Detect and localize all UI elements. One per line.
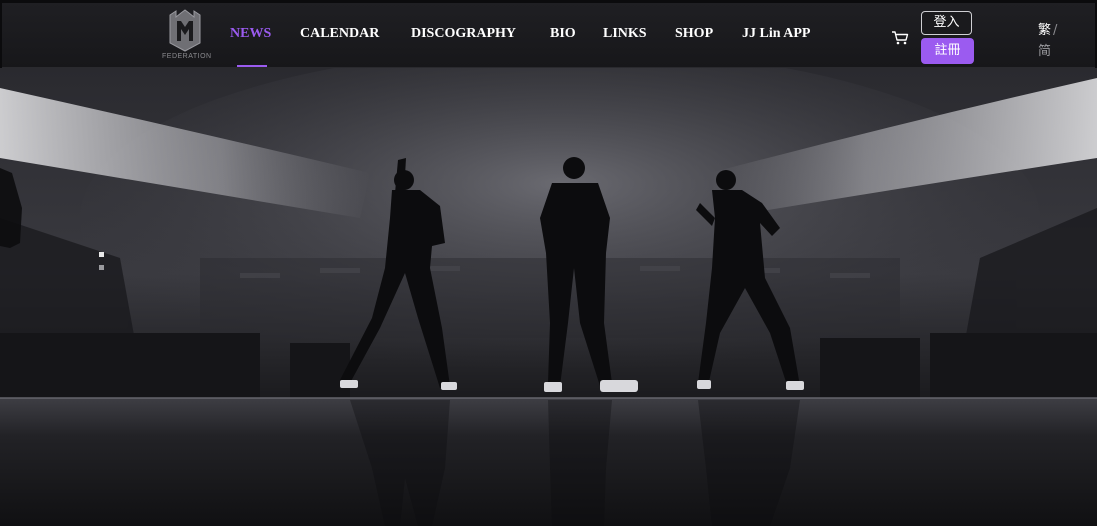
language-switcher: 繁 / 简 [1038, 19, 1057, 59]
logo-crest-icon [169, 9, 201, 52]
federation-logo[interactable]: FEDERATION [162, 9, 212, 65]
login-button[interactable]: 登入 [921, 11, 972, 35]
nav-item-bio[interactable]: BIO [550, 26, 576, 42]
hero-image [0, 68, 1097, 526]
register-button[interactable]: 註冊 [921, 38, 974, 64]
lang-separator: / [1053, 23, 1058, 38]
nav-item-shop[interactable]: SHOP [675, 26, 713, 42]
logo-text: FEDERATION [162, 53, 212, 60]
nav-item-calendar[interactable]: CALENDAR [300, 26, 379, 42]
nav-active-indicator [237, 65, 267, 67]
site-header: FEDERATION NEWS CALENDAR DISCOGRAPHY BIO… [2, 3, 1095, 68]
slide-indicator-1[interactable] [99, 252, 104, 257]
nav-item-discography[interactable]: DISCOGRAPHY [411, 26, 516, 42]
cart-icon[interactable] [891, 30, 909, 46]
slide-indicator-2[interactable] [99, 265, 104, 270]
hero-banner [0, 68, 1097, 526]
nav-item-jj-lin-app[interactable]: JJ Lin APP [742, 26, 810, 42]
nav-item-links[interactable]: LINKS [603, 26, 647, 42]
lang-traditional[interactable]: 繁 [1038, 23, 1051, 38]
lang-simplified[interactable]: 简 [1038, 40, 1057, 59]
page-frame: FEDERATION NEWS CALENDAR DISCOGRAPHY BIO… [0, 0, 1097, 526]
nav-item-news[interactable]: NEWS [230, 26, 271, 42]
